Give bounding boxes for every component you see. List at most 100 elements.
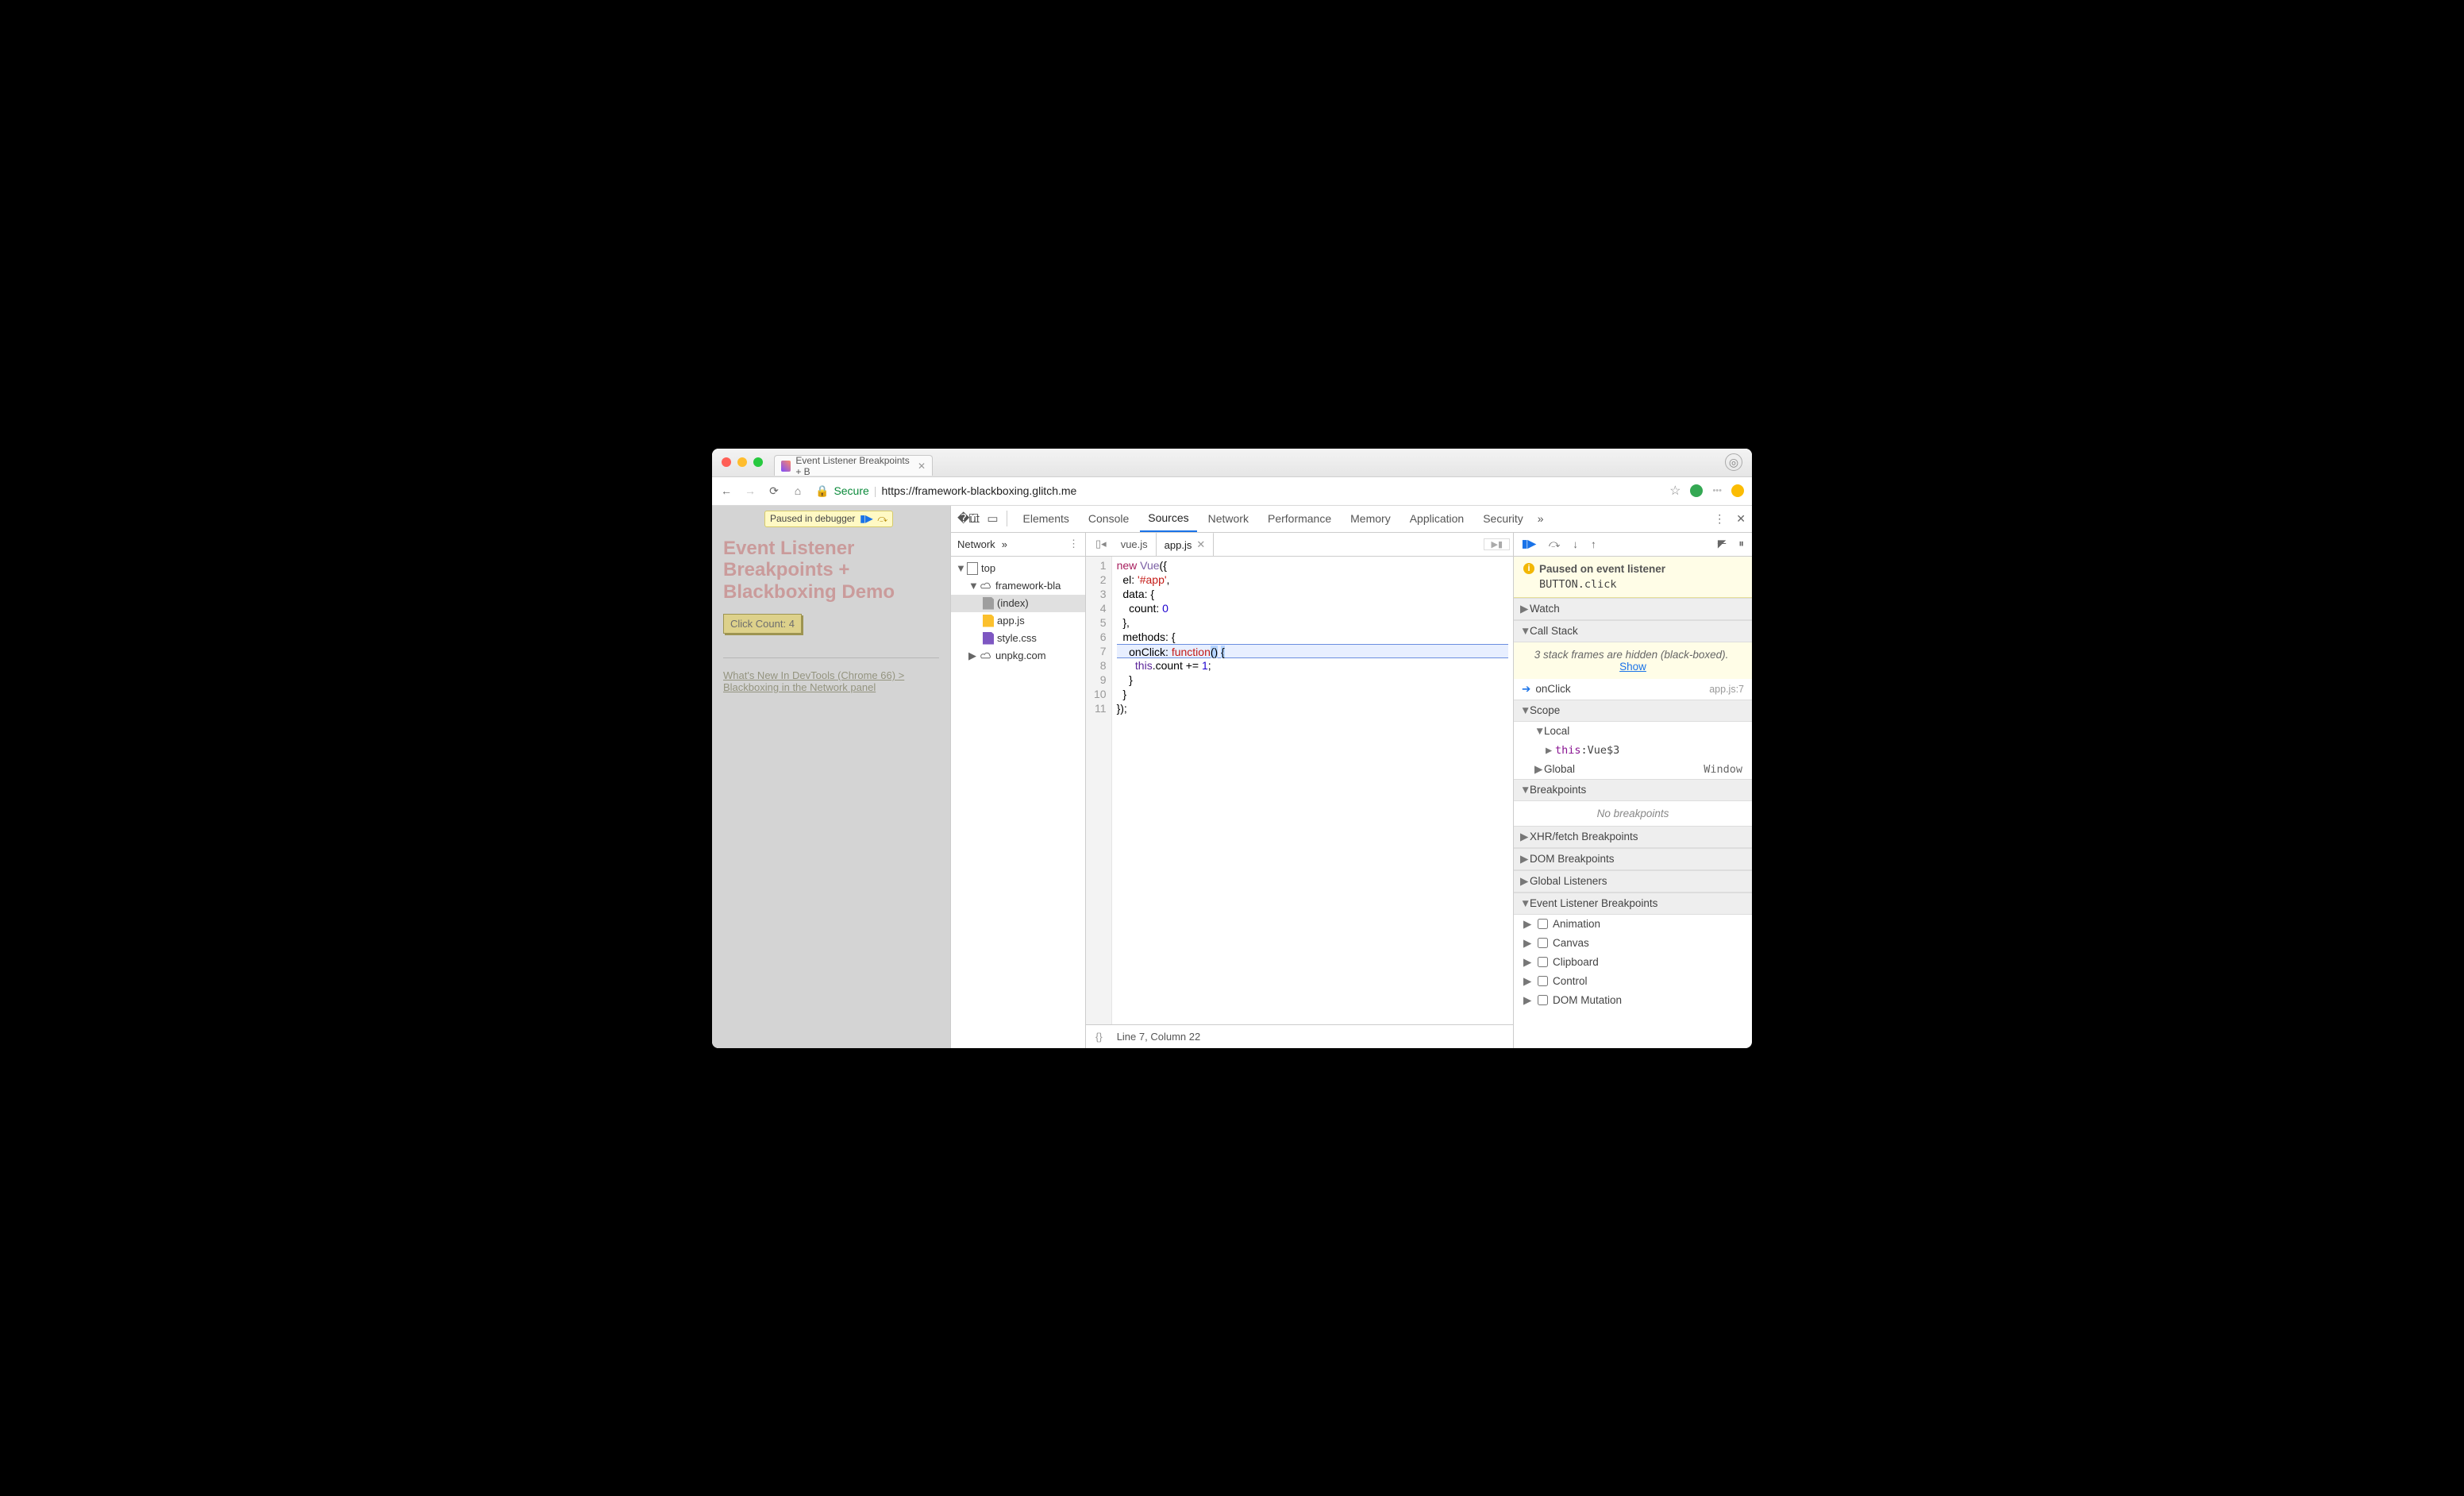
- reference-link[interactable]: What's New In DevTools (Chrome 66) > Bla…: [723, 669, 904, 693]
- tab-application[interactable]: Application: [1402, 506, 1473, 533]
- address-bar: ← → ⟳ ⌂ 🔒 Secure | https://framework-bla…: [712, 477, 1752, 506]
- scope-local[interactable]: ▼Local: [1514, 722, 1752, 741]
- editor-tab-app[interactable]: app.js ✕: [1156, 533, 1215, 557]
- tab-console[interactable]: Console: [1080, 506, 1137, 533]
- window-controls: [722, 457, 763, 467]
- event-category-dom-mutation[interactable]: ▶DOM Mutation: [1514, 991, 1752, 1010]
- devtools-close-icon[interactable]: ✕: [1736, 512, 1746, 526]
- blackbox-show-link[interactable]: Show: [1619, 661, 1646, 673]
- rendered-page: Paused in debugger ▮▶ ⤼ Event Listener B…: [712, 506, 950, 1048]
- file-tree: ▼ top ▼ framework-bla (index): [951, 557, 1085, 1048]
- current-frame-arrow-icon: ➔: [1522, 683, 1530, 696]
- tab-memory[interactable]: Memory: [1342, 506, 1399, 533]
- event-category-control[interactable]: ▶Control: [1514, 972, 1752, 991]
- line-gutter: 1234567891011: [1086, 557, 1112, 1024]
- back-icon[interactable]: ←: [720, 484, 733, 497]
- title-bar: Event Listener Breakpoints + B ✕ ◎: [712, 449, 1752, 477]
- tree-domain[interactable]: ▼ framework-bla: [951, 577, 1085, 595]
- editor-tab-vue[interactable]: vue.js: [1113, 533, 1156, 557]
- tree-frame-top[interactable]: ▼ top: [951, 560, 1085, 577]
- devtools-tabs: �út ☐ ▭ Elements Console Sources Network…: [951, 506, 1752, 533]
- section-xhr[interactable]: ▶XHR/fetch Breakpoints: [1514, 826, 1752, 848]
- tree-file-index[interactable]: (index): [951, 595, 1085, 612]
- extension-more-icon[interactable]: •••: [1712, 486, 1722, 495]
- extension-2-icon[interactable]: [1731, 484, 1744, 497]
- resume-icon[interactable]: ▮▶: [1522, 538, 1536, 550]
- cursor-position: Line 7, Column 22: [1117, 1031, 1201, 1043]
- debugger-resume-icon[interactable]: ▮▶: [860, 513, 872, 524]
- tab-elements[interactable]: Elements: [1015, 506, 1077, 533]
- zoom-window-icon[interactable]: [753, 457, 763, 467]
- browser-tab[interactable]: Event Listener Breakpoints + B ✕: [774, 455, 933, 476]
- home-icon[interactable]: ⌂: [791, 484, 804, 497]
- editor-nav-icon[interactable]: ▯◂: [1089, 538, 1113, 550]
- event-category-clipboard[interactable]: ▶Clipboard: [1514, 953, 1752, 972]
- event-category-checkbox[interactable]: [1538, 919, 1548, 929]
- document-icon: [983, 597, 994, 610]
- section-callstack[interactable]: ▼Call Stack: [1514, 620, 1752, 642]
- debugger-step-icon[interactable]: ⤼: [877, 513, 887, 525]
- tab-security[interactable]: Security: [1475, 506, 1531, 533]
- devtools: �út ☐ ▭ Elements Console Sources Network…: [950, 506, 1752, 1048]
- braces-icon[interactable]: {}: [1095, 1031, 1103, 1043]
- url-host: https://framework-blackboxing.glitch.me: [881, 484, 1076, 497]
- bookmark-star-icon[interactable]: ☆: [1669, 483, 1681, 499]
- event-category-checkbox[interactable]: [1538, 976, 1548, 986]
- event-category-checkbox[interactable]: [1538, 995, 1548, 1005]
- file-navigator: Network » ⋮ ▼ top ▼ framework: [951, 533, 1086, 1048]
- paused-text: Paused in debugger: [770, 513, 855, 524]
- tab-performance[interactable]: Performance: [1260, 506, 1339, 533]
- lock-icon: 🔒: [815, 484, 829, 498]
- section-watch[interactable]: ▶Watch: [1514, 598, 1752, 620]
- section-global-listeners[interactable]: ▶Global Listeners: [1514, 870, 1752, 893]
- step-over-icon[interactable]: ⤼: [1549, 538, 1560, 550]
- navigator-tab[interactable]: Network: [957, 538, 995, 550]
- step-into-icon[interactable]: ↓: [1573, 538, 1578, 550]
- source-editor: ▯◂ vue.js app.js ✕ ▶▮ 1234567891011 new …: [1086, 533, 1514, 1048]
- deactivate-breakpoints-icon[interactable]: ◤: [1718, 538, 1726, 550]
- inspect-element-icon[interactable]: ☐: [968, 511, 979, 526]
- tab-network[interactable]: Network: [1200, 506, 1257, 533]
- section-scope[interactable]: ▼Scope: [1514, 700, 1752, 722]
- profile-avatar-icon[interactable]: ◎: [1725, 453, 1742, 471]
- extension-1-icon[interactable]: [1690, 484, 1703, 497]
- editor-run-snippet-icon[interactable]: ▶▮: [1484, 538, 1510, 550]
- tab-sources[interactable]: Sources: [1140, 506, 1196, 533]
- close-window-icon[interactable]: [722, 457, 731, 467]
- favicon-icon: [781, 461, 791, 472]
- event-category-canvas[interactable]: ▶Canvas: [1514, 934, 1752, 953]
- code-area[interactable]: new Vue({ el: '#app', data: { count: 0 }…: [1112, 557, 1513, 1024]
- step-out-icon[interactable]: ↑: [1591, 538, 1596, 550]
- section-breakpoints[interactable]: ▼Breakpoints: [1514, 779, 1752, 801]
- event-category-checkbox[interactable]: [1538, 957, 1548, 967]
- scope-this[interactable]: ▶ this: Vue$3: [1514, 741, 1752, 760]
- device-toolbar-icon[interactable]: ▭: [987, 511, 998, 526]
- minimize-window-icon[interactable]: [737, 457, 747, 467]
- tree-cdn[interactable]: ▶ unpkg.com: [951, 647, 1085, 665]
- page-heading: Event Listener Breakpoints + Blackboxing…: [723, 538, 939, 603]
- tree-file-stylecss[interactable]: style.css: [951, 630, 1085, 647]
- paused-event-detail: BUTTON.click: [1539, 578, 1742, 591]
- pause-on-exceptions-icon[interactable]: ⏸: [1738, 538, 1744, 550]
- stack-frame-onclick[interactable]: ➔ onClick app.js:7: [1514, 679, 1752, 700]
- frame-icon: [967, 562, 978, 575]
- tree-file-appjs[interactable]: app.js: [951, 612, 1085, 630]
- close-tab-icon[interactable]: ✕: [1196, 538, 1205, 551]
- click-count-button[interactable]: Click Count: 4: [723, 614, 802, 634]
- event-category-checkbox[interactable]: [1538, 938, 1548, 948]
- no-breakpoints-label: No breakpoints: [1514, 801, 1752, 826]
- navigator-menu-icon[interactable]: ⋮: [1068, 538, 1079, 550]
- url-field[interactable]: 🔒 Secure | https://framework-blackboxing…: [815, 484, 1658, 498]
- close-tab-icon[interactable]: ✕: [918, 461, 926, 472]
- reload-icon[interactable]: ⟳: [768, 484, 780, 498]
- section-dom[interactable]: ▶DOM Breakpoints: [1514, 848, 1752, 870]
- section-event-listener[interactable]: ▼Event Listener Breakpoints: [1514, 893, 1752, 915]
- cloud-icon: [980, 651, 992, 661]
- navigator-overflow-icon[interactable]: »: [1002, 538, 1007, 550]
- devtools-menu-icon[interactable]: ⋮: [1714, 512, 1725, 526]
- scope-global[interactable]: ▶Global Window: [1514, 760, 1752, 779]
- event-category-animation[interactable]: ▶Animation: [1514, 915, 1752, 934]
- tabs-overflow-icon[interactable]: »: [1538, 512, 1544, 525]
- tab-title: Event Listener Breakpoints + B: [795, 455, 911, 477]
- info-icon: i: [1523, 563, 1534, 574]
